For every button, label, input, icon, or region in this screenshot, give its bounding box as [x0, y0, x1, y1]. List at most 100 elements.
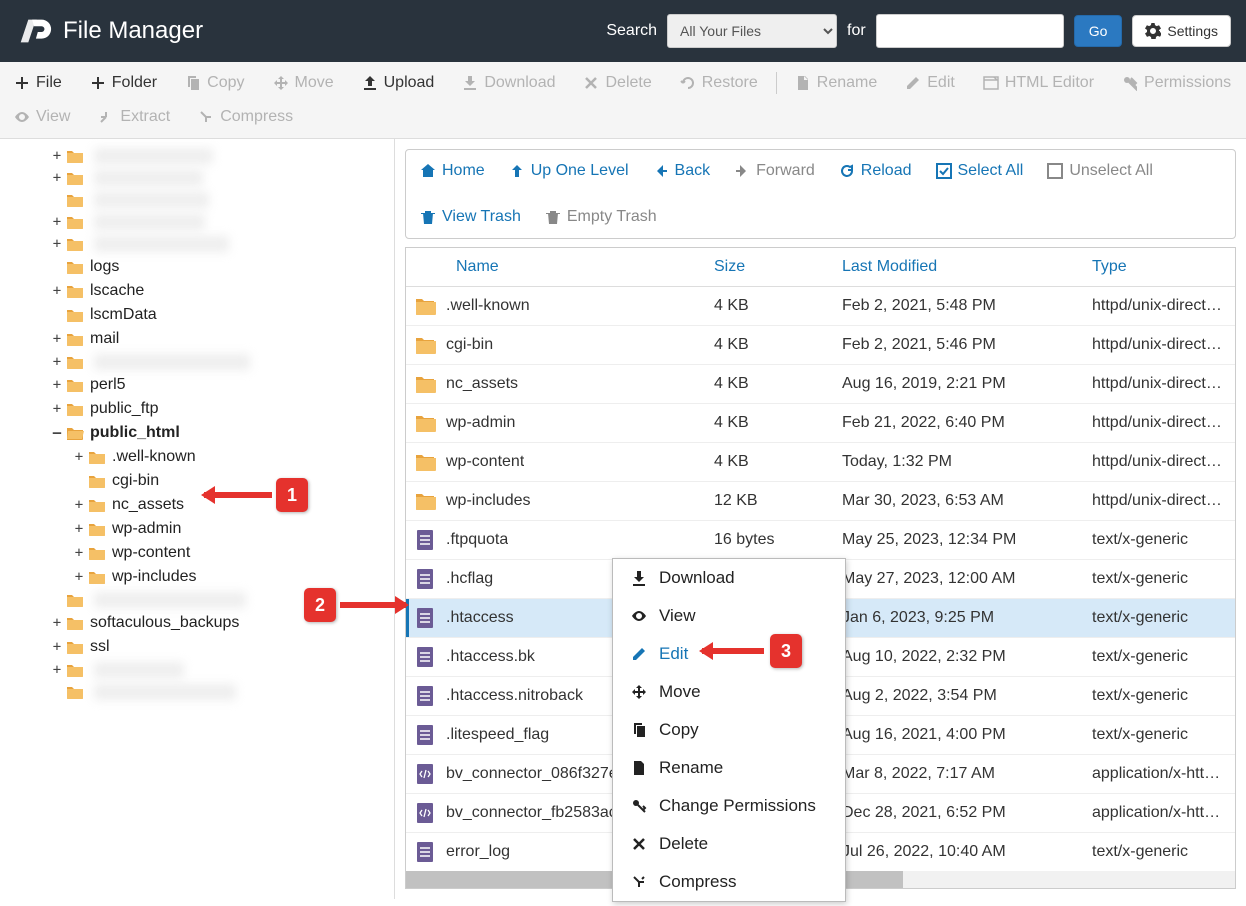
tree-expander[interactable]: + — [50, 331, 64, 347]
tree-item[interactable]: +ssl — [6, 635, 394, 659]
cm-copy[interactable]: Copy — [613, 711, 845, 749]
cm-edit[interactable]: Edit — [613, 635, 845, 673]
select-all-button[interactable]: Select All — [934, 158, 1026, 184]
col-name[interactable]: Name — [406, 248, 706, 287]
file-modified: Aug 2, 2022, 3:54 PM — [834, 677, 1084, 716]
view-button[interactable]: View — [0, 100, 84, 134]
tree-expander[interactable] — [50, 684, 64, 700]
forward-button[interactable]: Forward — [732, 158, 817, 184]
tree-expander[interactable]: + — [50, 662, 64, 678]
tree-expander[interactable]: + — [50, 639, 64, 655]
folder-tree[interactable]: ++ ++ logs+lscache lscmData+mail++perl5+… — [0, 139, 395, 899]
permissions-button[interactable]: Permissions — [1108, 66, 1245, 100]
folder-icon — [66, 149, 84, 163]
view-trash-button[interactable]: View Trash — [418, 204, 523, 230]
upload-button[interactable]: Upload — [348, 66, 449, 100]
tree-item[interactable] — [6, 681, 394, 703]
new-folder-button[interactable]: Folder — [76, 66, 171, 100]
tree-expander[interactable] — [50, 192, 64, 208]
cm-download[interactable]: Download — [613, 559, 845, 597]
go-button[interactable]: Go — [1074, 15, 1123, 47]
tree-item[interactable]: + — [6, 145, 394, 167]
tree-expander[interactable]: + — [50, 401, 64, 417]
restore-button[interactable]: Restore — [666, 66, 772, 100]
tree-item[interactable]: lscmData — [6, 303, 394, 327]
tree-expander[interactable]: + — [50, 615, 64, 631]
cm-compress[interactable]: Compress — [613, 863, 845, 901]
edit-button[interactable]: Edit — [891, 66, 969, 100]
col-size[interactable]: Size — [706, 248, 834, 287]
cm-delete[interactable]: Delete — [613, 825, 845, 863]
tree-expander[interactable]: + — [72, 521, 86, 537]
tree-item[interactable]: + — [6, 167, 394, 189]
new-file-button[interactable]: File — [0, 66, 76, 100]
tree-item[interactable]: +lscache — [6, 279, 394, 303]
col-modified[interactable]: Last Modified — [834, 248, 1084, 287]
cm-permissions[interactable]: Change Permissions — [613, 787, 845, 825]
tree-item[interactable]: +.well-known — [6, 445, 394, 469]
empty-trash-button[interactable]: Empty Trash — [543, 204, 659, 230]
delete-icon — [583, 75, 599, 91]
tree-item[interactable]: + — [6, 233, 394, 255]
tree-expander[interactable] — [72, 473, 86, 489]
settings-button[interactable]: Settings — [1132, 15, 1231, 47]
search-input[interactable] — [876, 14, 1064, 48]
copy-button[interactable]: Copy — [171, 66, 258, 100]
tree-item[interactable]: +wp-admin — [6, 517, 394, 541]
tree-expander[interactable]: + — [72, 569, 86, 585]
table-row[interactable]: wp-content 4 KB Today, 1:32 PM httpd/uni… — [406, 443, 1235, 482]
tree-item[interactable]: +mail — [6, 327, 394, 351]
back-button[interactable]: Back — [651, 158, 713, 184]
search-scope-select[interactable]: All Your Files — [667, 14, 837, 48]
file-name: error_log — [446, 843, 510, 861]
tree-expander[interactable] — [50, 307, 64, 323]
tree-item[interactable]: logs — [6, 255, 394, 279]
download-button[interactable]: Download — [448, 66, 569, 100]
home-button[interactable]: Home — [418, 158, 487, 184]
tree-expander[interactable]: + — [50, 354, 64, 370]
tree-item[interactable] — [6, 189, 394, 211]
cm-rename[interactable]: Rename — [613, 749, 845, 787]
tree-item[interactable]: +perl5 — [6, 373, 394, 397]
reload-button[interactable]: Reload — [837, 158, 914, 184]
tree-expander[interactable]: + — [72, 497, 86, 513]
compress-button[interactable]: Compress — [184, 100, 307, 134]
tree-expander[interactable]: + — [50, 148, 64, 164]
extract-button[interactable]: Extract — [84, 100, 184, 134]
file-modified: Aug 10, 2022, 2:32 PM — [834, 638, 1084, 677]
unselect-all-button[interactable]: Unselect All — [1045, 158, 1155, 184]
table-row[interactable]: .ftpquota 16 bytes May 25, 2023, 12:34 P… — [406, 521, 1235, 560]
tree-expander[interactable]: + — [72, 545, 86, 561]
cm-move[interactable]: Move — [613, 673, 845, 711]
tree-item[interactable]: –public_html — [6, 421, 394, 445]
rename-button[interactable]: Rename — [781, 66, 891, 100]
delete-button[interactable]: Delete — [569, 66, 665, 100]
tree-expander[interactable] — [50, 259, 64, 275]
tree-item[interactable]: + — [6, 211, 394, 233]
up-level-button[interactable]: Up One Level — [507, 158, 631, 184]
table-row[interactable]: nc_assets 4 KB Aug 16, 2019, 2:21 PM htt… — [406, 365, 1235, 404]
table-row[interactable]: wp-includes 12 KB Mar 30, 2023, 6:53 AM … — [406, 482, 1235, 521]
tree-expander[interactable]: + — [50, 214, 64, 230]
tree-expander[interactable] — [50, 592, 64, 608]
annotation-3: 3 — [770, 634, 802, 668]
tree-expander[interactable]: + — [50, 236, 64, 252]
table-row[interactable]: wp-admin 4 KB Feb 21, 2022, 6:40 PM http… — [406, 404, 1235, 443]
move-button[interactable]: Move — [259, 66, 348, 100]
tree-expander[interactable]: + — [50, 377, 64, 393]
tree-expander[interactable]: + — [50, 170, 64, 186]
table-row[interactable]: .well-known 4 KB Feb 2, 2021, 5:48 PM ht… — [406, 287, 1235, 326]
tree-expander[interactable]: + — [50, 283, 64, 299]
html-editor-button[interactable]: HTML Editor — [969, 66, 1108, 100]
tree-item[interactable]: +public_ftp — [6, 397, 394, 421]
tree-expander[interactable]: + — [72, 449, 86, 465]
tree-expander[interactable]: – — [50, 425, 64, 441]
tree-item[interactable]: +wp-includes — [6, 565, 394, 589]
tree-item[interactable]: + — [6, 659, 394, 681]
cm-view[interactable]: View — [613, 597, 845, 635]
app-title: File Manager — [63, 17, 203, 45]
col-type[interactable]: Type — [1084, 248, 1235, 287]
tree-item[interactable]: +wp-content — [6, 541, 394, 565]
tree-item[interactable]: + — [6, 351, 394, 373]
table-row[interactable]: cgi-bin 4 KB Feb 2, 2021, 5:46 PM httpd/… — [406, 326, 1235, 365]
